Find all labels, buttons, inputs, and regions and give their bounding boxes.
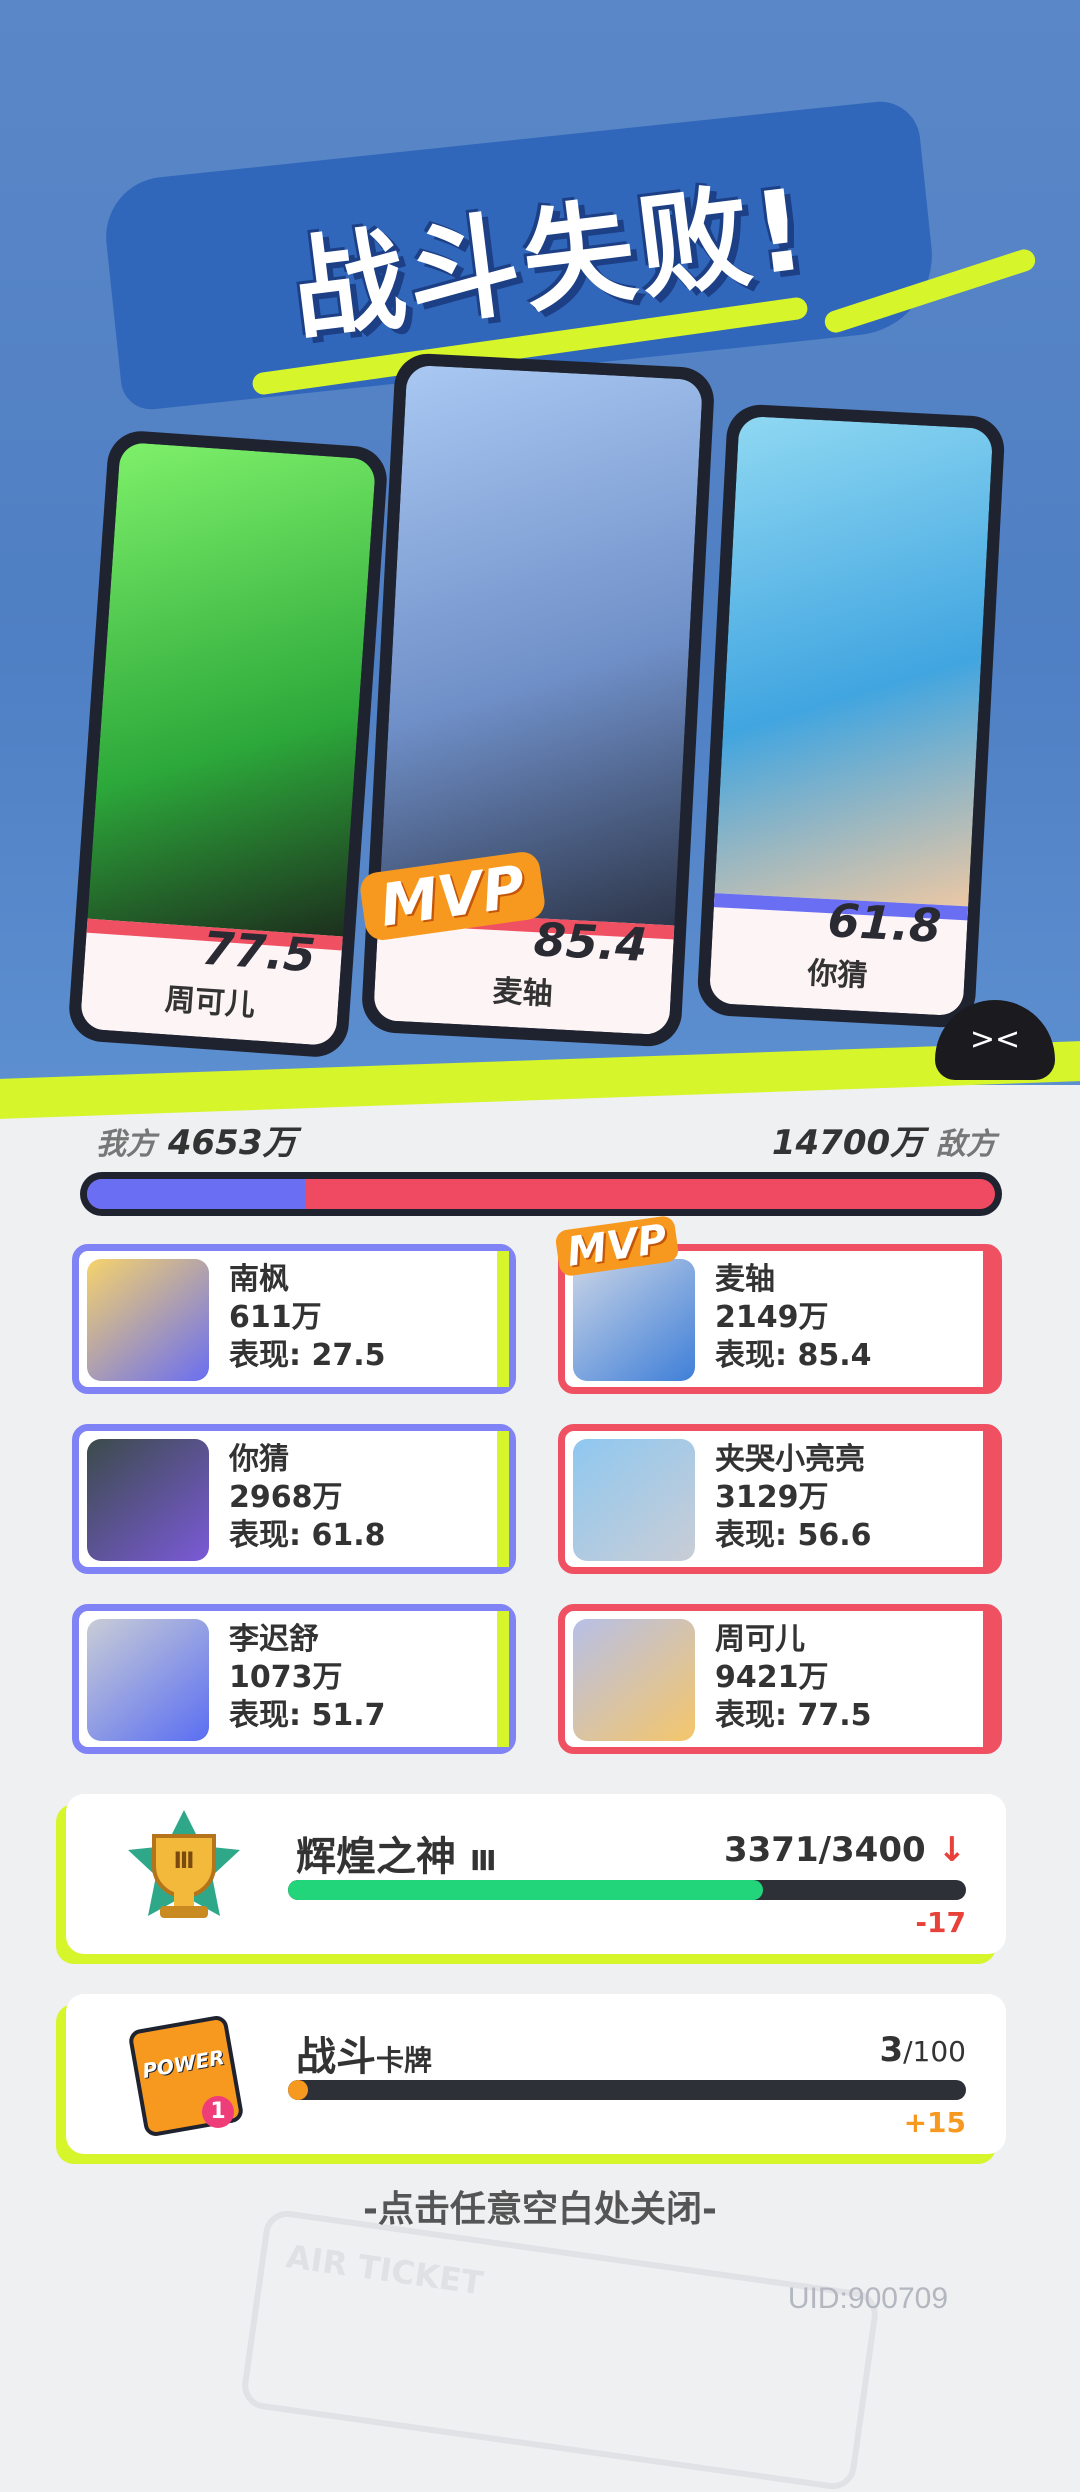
player-card[interactable]: 夹哭小亮亮 3129万 表现: 56.6 [558, 1424, 1002, 1574]
enemy-label: 敌方 [936, 1127, 996, 1162]
card-delta: +15 [903, 2106, 966, 2139]
svg-text:Ⅲ: Ⅲ [174, 1849, 195, 1874]
player-card[interactable]: 南枫 611万 表现: 27.5 [72, 1244, 516, 1394]
power-card-icon: POWER 1 [127, 2014, 245, 2138]
player-performance: 表现: 27.5 [229, 1338, 386, 1373]
rank-progress-bar [288, 1880, 966, 1900]
uid-label: UID:900709 [787, 2282, 948, 2315]
battle-card-panel: POWER 1 战斗卡牌 3/100 +15 [66, 1994, 1006, 2154]
enemy-value: 14700万 [771, 1123, 925, 1163]
player-performance: 表现: 51.7 [229, 1698, 386, 1733]
player-card[interactable]: 李迟舒 1073万 表现: 51.7 [72, 1604, 516, 1754]
rank-points: 3371/3400 ↓ [724, 1830, 966, 1870]
air-ticket-decoration: AIR TICKET [239, 2207, 881, 2492]
character-art-silver [378, 364, 703, 936]
card-title-small: 卡牌 [376, 2044, 433, 2077]
top-card-left[interactable]: 77.5 周可儿 [66, 428, 390, 1060]
player-avatar [87, 1439, 209, 1561]
enemy-total: 14700万 敌方 [772, 1115, 996, 1164]
card-title: 战斗卡牌 [296, 2024, 432, 2082]
player-avatar [573, 1619, 695, 1741]
top-card-right[interactable]: 61.8 你猜 [696, 403, 1006, 1029]
player-performance: 表现: 56.6 [715, 1518, 872, 1553]
player-performance: 表现: 85.4 [715, 1338, 872, 1373]
trophy-icon: Ⅲ [124, 1806, 244, 1926]
card-count-total: /100 [903, 2035, 966, 2068]
card-score: 77.5 [200, 920, 318, 983]
our-total: 我方 4653万 [96, 1115, 296, 1164]
player-name: 周可儿 [715, 1622, 805, 1657]
player-name: 你猜 [229, 1442, 289, 1477]
player-damage: 611万 [229, 1300, 322, 1335]
player-performance: 表现: 77.5 [715, 1698, 872, 1733]
close-hint[interactable]: -点击任意空白处关闭- [0, 2180, 1080, 2232]
arrow-down-icon: ↓ [937, 1830, 967, 1870]
rank-tier: Ⅲ [469, 1844, 497, 1877]
our-value: 4653万 [167, 1123, 297, 1163]
player-card[interactable]: 你猜 2968万 表现: 61.8 [72, 1424, 516, 1574]
card-count: 3/100 [879, 2030, 966, 2070]
rank-title: 辉煌之神 Ⅲ [296, 1824, 496, 1882]
player-damage: 9421万 [715, 1660, 829, 1695]
card-progress-fill [288, 2080, 309, 2100]
card-count-badge: 1 [202, 2096, 234, 2128]
our-damage-fill [87, 1179, 306, 1209]
card-title-main: 战斗 [296, 2034, 376, 2080]
rank-progress-fill [288, 1880, 763, 1900]
player-damage: 2149万 [715, 1300, 829, 1335]
damage-comparison-bar [80, 1172, 1002, 1216]
character-art-green [86, 441, 377, 947]
player-avatar [573, 1439, 695, 1561]
result-banner: 战斗失败! 77.5 周可儿 85.4 麦轴 MVP 61.8 你猜 [0, 0, 1080, 1085]
ticket-text: AIR TICKET [283, 2237, 486, 2303]
card-score: 61.8 [826, 893, 943, 953]
card-progress-bar [288, 2080, 966, 2100]
player-damage: 3129万 [715, 1480, 829, 1515]
player-card[interactable]: 麦轴 2149万 表现: 85.4 MVP [554, 1214, 1002, 1394]
rank-delta: -17 [915, 1906, 966, 1939]
player-avatar [87, 1619, 209, 1741]
our-label: 我方 [96, 1127, 156, 1162]
player-name: 李迟舒 [229, 1622, 319, 1657]
player-name: 麦轴 [715, 1262, 775, 1297]
player-avatar [573, 1259, 695, 1381]
player-damage: 2968万 [229, 1480, 343, 1515]
player-performance: 表现: 61.8 [229, 1518, 386, 1553]
player-avatar [87, 1259, 209, 1381]
rank-panel: Ⅲ 辉煌之神 Ⅲ 3371/3400 ↓ -17 [66, 1794, 1006, 1954]
player-card[interactable]: 周可儿 9421万 表现: 77.5 [558, 1604, 1002, 1754]
card-score: 85.4 [532, 912, 649, 973]
player-name: 南枫 [229, 1262, 289, 1297]
top-card-middle[interactable]: 85.4 麦轴 [360, 352, 716, 1048]
character-art-blue [714, 415, 994, 917]
player-name: 夹哭小亮亮 [715, 1442, 865, 1477]
rank-name: 辉煌之神 [296, 1834, 456, 1880]
damage-totals: 我方 4653万 14700万 敌方 [96, 1115, 996, 1165]
player-damage: 1073万 [229, 1660, 343, 1695]
rank-value: 3371/3400 [723, 1830, 926, 1870]
card-count-main: 3 [879, 2030, 904, 2070]
